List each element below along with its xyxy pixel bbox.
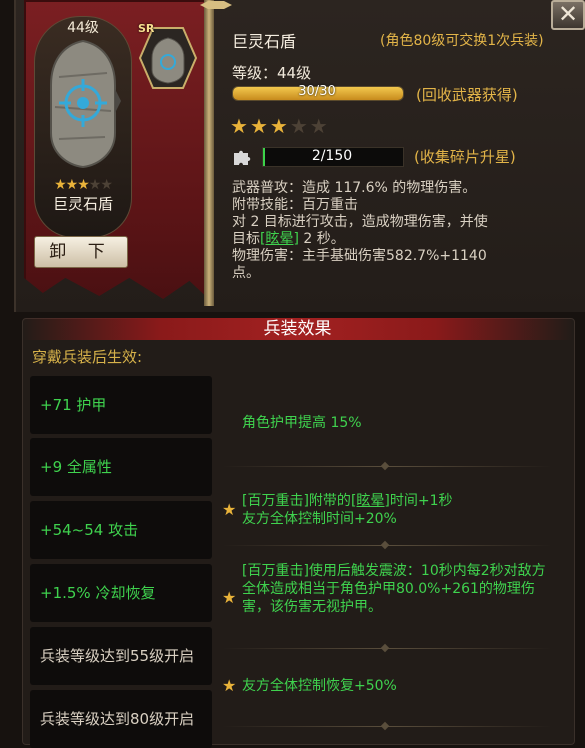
desc-line: 物理伤害：主手基础伤害582.7%+1140 xyxy=(232,248,487,264)
item-title: 巨灵石盾 xyxy=(232,32,297,51)
puzzle-icon xyxy=(234,150,251,165)
divider xyxy=(222,648,552,649)
section-header: 兵装效果 xyxy=(22,318,573,340)
star-icon: ★ xyxy=(54,177,67,193)
effect-armor-bonus: 角色护甲提高 15% xyxy=(222,414,552,432)
item-level: 等级：44级 xyxy=(232,64,312,82)
star-icon: ★ xyxy=(65,177,79,193)
desc-text: 目标 xyxy=(232,231,260,247)
desc-line: 点。 xyxy=(232,265,260,281)
star-icon: ★ xyxy=(249,114,270,138)
star-icon: ★ xyxy=(222,676,237,695)
stat-armor: +71 护甲 xyxy=(30,376,212,434)
effect-control-recovery: ★ 友方全体控制恢复+50% xyxy=(222,677,552,695)
divider xyxy=(222,466,552,467)
star-rating: ★★★★★ xyxy=(230,114,330,138)
effect-stun-bonus: ★ [百万重击]附带的[眩晕]时间+1秒 友方全体控制时间+20% xyxy=(222,492,552,528)
effect-part: 时间+1秒 xyxy=(389,493,453,509)
effect-shockwave: ★ [百万重击]使用后触发震波：10秒内每2秒对敌方全体造成相当于角色护甲80.… xyxy=(222,562,552,616)
stat-cooldown: +1.5% 冷却恢复 xyxy=(30,564,212,622)
stat-attack: +54~54 攻击 xyxy=(30,501,212,559)
item-card-stars: ★★★★★ xyxy=(37,177,129,193)
fragment-note: (收集碎片升星) xyxy=(414,148,516,166)
stat-all-attributes: +9 全属性 xyxy=(30,438,212,496)
effect-part: [百万重击]附带的 xyxy=(242,493,351,509)
star-icon: ★ xyxy=(230,114,250,138)
close-icon: ✕ xyxy=(557,0,579,28)
divider xyxy=(222,726,552,727)
star-icon: ★ xyxy=(77,177,90,193)
unequip-button[interactable]: 卸 下 xyxy=(34,236,128,268)
item-card[interactable]: 44级 ★★★★★ 巨灵石盾 xyxy=(34,16,132,238)
stat-locked-55: 兵装等级达到55级开启 xyxy=(30,627,212,685)
desc-line: 武器普攻：造成 117.6% 的物理伤害。 xyxy=(232,180,477,196)
star-icon: ★ xyxy=(309,114,330,138)
stun-link[interactable]: [眩晕] xyxy=(260,231,299,247)
star-icon: ★ xyxy=(222,500,237,519)
level-progress-text: 30/30 xyxy=(298,84,336,99)
effect-text: 友方全体控制恢复+50% xyxy=(242,678,397,694)
level-progress-note: (回收武器获得) xyxy=(416,86,518,104)
rarity-badge: SR xyxy=(138,22,155,35)
star-icon: ★ xyxy=(100,177,113,193)
stone-shield-icon xyxy=(50,39,121,169)
fragment-progress-text: 2/150 xyxy=(311,148,353,164)
banner-rod xyxy=(204,0,214,306)
star-icon: ★ xyxy=(222,588,237,607)
desc-line: 对 2 目标进行攻击，造成物理伤害，并使 xyxy=(232,214,488,230)
item-card-name: 巨灵石盾 xyxy=(52,195,113,213)
effect-text: 友方全体控制时间+20% xyxy=(242,511,397,527)
item-description: 武器普攻：造成 117.6% 的物理伤害。 附带技能：百万重击 对 2 目标进行… xyxy=(232,180,562,282)
close-button[interactable]: ✕ xyxy=(551,0,585,30)
item-card-level: 44级 xyxy=(67,20,99,36)
desc-line: 附带技能：百万重击 xyxy=(232,197,358,213)
star-icon: ★ xyxy=(269,114,290,138)
star-icon: ★ xyxy=(289,114,310,138)
effects-subtitle: 穿戴兵装后生效: xyxy=(32,348,143,366)
effect-text: [百万重击]使用后触发震波：10秒内每2秒对敌方全体造成相当于角色护甲80.0%… xyxy=(242,563,546,615)
stun-link[interactable]: [眩晕] xyxy=(351,493,390,509)
desc-text: 2 秒。 xyxy=(298,231,345,247)
star-icon: ★ xyxy=(88,177,102,193)
divider xyxy=(222,545,552,546)
desc-line: 目标[眩晕] 2 秒。 xyxy=(232,231,562,248)
stat-locked-80: 兵装等级达到80级开启 xyxy=(30,690,212,748)
exchange-note: (角色80级可交换1次兵装) xyxy=(380,33,544,49)
rod-tip-icon xyxy=(200,1,232,9)
effect-text: 角色护甲提高 15% xyxy=(242,415,362,431)
effect-text: [百万重击]附带的[眩晕]时间+1秒 xyxy=(242,492,552,510)
